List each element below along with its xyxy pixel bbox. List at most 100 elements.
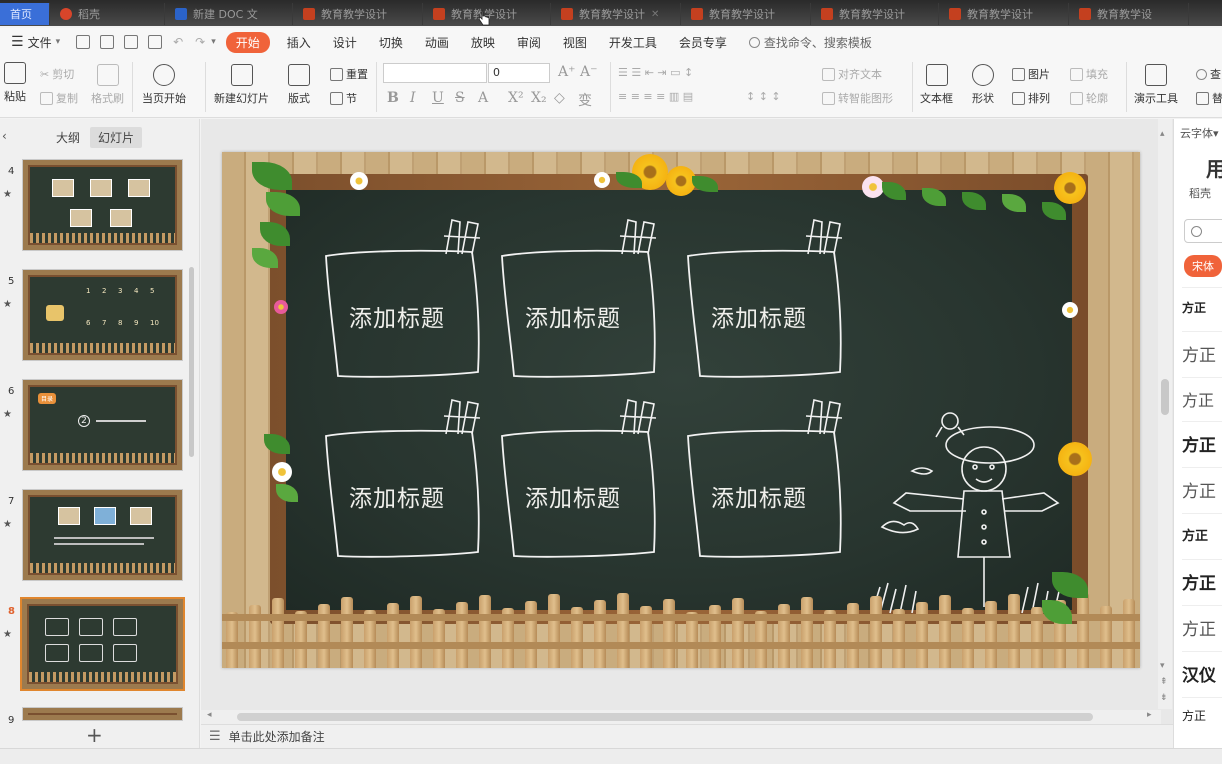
underline-icon[interactable]: U — [432, 90, 444, 106]
subscript-icon[interactable]: X₂ — [531, 90, 547, 106]
collapse-panel-icon[interactable]: ‹ — [2, 129, 7, 143]
menu-tab-slideshow[interactable]: 放映 — [460, 34, 506, 51]
font-option[interactable]: 方正 — [1182, 569, 1216, 594]
font-panel-header[interactable]: 云字体▾ — [1180, 125, 1219, 141]
font-option[interactable]: 方正 — [1182, 341, 1216, 366]
outline-button[interactable]: 轮廓 — [1070, 90, 1108, 106]
slide-thumbnail-5[interactable]: 1 2 3 4 5 6 7 8 9 10 — [22, 269, 183, 361]
card-title[interactable]: 添加标题 — [322, 299, 472, 333]
italic-icon[interactable]: I — [410, 90, 416, 106]
font-option[interactable]: 方正 — [1182, 477, 1216, 502]
slides-panel-scrollbar[interactable] — [189, 267, 194, 457]
phonetic-icon[interactable]: 变 — [578, 90, 592, 110]
card-title[interactable]: 添加标题 — [498, 299, 648, 333]
format-painter-button[interactable]: 格式刷 — [91, 64, 124, 106]
tab-docer[interactable]: 稻壳 — [50, 3, 165, 25]
card-title[interactable]: 添加标题 — [684, 479, 834, 513]
title-card[interactable]: 添加标题 — [498, 214, 657, 378]
close-icon[interactable]: ✕ — [651, 9, 659, 20]
notes-bar[interactable]: ☰ 单击此处添加备注 — [201, 724, 1173, 748]
horizontal-scrollbar[interactable]: ◂ ▸ — [201, 710, 1161, 724]
add-slide-button[interactable]: + — [86, 723, 103, 747]
font-option[interactable]: 方正 — [1182, 299, 1206, 316]
export-pdf-icon[interactable] — [100, 35, 115, 49]
menu-tab-animation[interactable]: 动画 — [414, 34, 460, 51]
font-option[interactable]: 方正 — [1182, 615, 1216, 640]
font-option[interactable]: 方正 — [1182, 525, 1208, 544]
arrange-button[interactable]: 排列 — [1012, 90, 1050, 106]
title-card[interactable]: 添加标题 — [322, 214, 481, 378]
tab-document[interactable]: 新建 DOC 文 — [165, 3, 293, 25]
menu-tab-design[interactable]: 设计 — [322, 34, 368, 51]
print-icon[interactable] — [124, 35, 139, 49]
menu-tab-insert[interactable]: 插入 — [276, 34, 322, 51]
undo-icon[interactable]: ↶ — [173, 35, 183, 49]
chevron-down-icon[interactable]: ▾ — [211, 37, 216, 47]
command-search[interactable]: 查找命令、搜索模板 — [738, 34, 883, 51]
cut-button[interactable]: ✂ 剪切 — [40, 66, 74, 82]
slide-thumbnail-9[interactable] — [22, 707, 183, 721]
bullet-list-icon[interactable]: ☰ ☰ ⇤ ⇥ ▭ ↕ — [618, 66, 693, 79]
title-card[interactable]: 添加标题 — [322, 394, 481, 558]
slide-thumbnail-6[interactable]: 目录 2 — [22, 379, 183, 471]
slide-thumbnail-4[interactable] — [22, 159, 183, 251]
font-size-combo[interactable]: 0 — [488, 63, 550, 83]
picture-button[interactable]: 图片 — [1012, 66, 1050, 82]
next-slide-icon[interactable]: ⇟ — [1160, 693, 1168, 703]
tab-presentation[interactable]: 教育教学设计 — [811, 3, 939, 25]
title-card[interactable]: 添加标题 — [684, 214, 843, 378]
tab-slides[interactable]: 幻灯片 — [90, 127, 143, 148]
scroll-left-icon[interactable]: ◂ — [207, 710, 212, 720]
find-button[interactable]: 查 — [1196, 66, 1221, 82]
slide-thumbnail-7[interactable] — [22, 489, 183, 581]
card-title[interactable]: 添加标题 — [322, 479, 472, 513]
strikethrough-icon[interactable]: S — [455, 90, 465, 106]
replace-button[interactable]: 替 — [1196, 90, 1222, 106]
bold-icon[interactable]: B — [387, 90, 399, 106]
tab-presentation[interactable]: 教育教学设计 — [681, 3, 811, 25]
clear-format-icon[interactable]: ◇ — [554, 90, 565, 106]
font-option[interactable]: 汉仪 — [1182, 661, 1216, 686]
decrease-font-icon[interactable]: A⁻ — [580, 64, 598, 80]
align-text-button[interactable]: 对齐文本 — [822, 66, 882, 82]
font-option[interactable]: 方正 — [1182, 387, 1214, 411]
font-search-input[interactable] — [1184, 219, 1222, 243]
title-card[interactable]: 添加标题 — [498, 394, 657, 558]
paste-button[interactable]: 粘贴 — [4, 62, 26, 104]
tab-presentation[interactable]: 教育教学设计 — [939, 3, 1069, 25]
align-icons[interactable]: ≡ ≡ ≡ ≡ ▥ ▤ — [618, 90, 693, 103]
menu-tab-developer[interactable]: 开发工具 — [598, 34, 668, 51]
copy-button[interactable]: 复制 — [40, 90, 78, 106]
scroll-right-icon[interactable]: ▸ — [1147, 710, 1152, 720]
menu-tab-view[interactable]: 视图 — [552, 34, 598, 51]
print-preview-icon[interactable] — [148, 35, 163, 49]
menu-tab-member[interactable]: 会员专享 — [668, 34, 738, 51]
font-option[interactable]: 方正 — [1182, 707, 1206, 724]
tab-presentation[interactable]: 教育教学设计 — [293, 3, 423, 25]
save-icon[interactable] — [76, 35, 91, 49]
tab-presentation[interactable]: 教育教学设 — [1069, 3, 1189, 25]
layout-button[interactable]: 版式 — [288, 64, 310, 106]
file-menu[interactable]: ☰ 文件 ▾ — [0, 34, 71, 51]
superscript-icon[interactable]: X² — [508, 90, 524, 106]
scroll-down-icon[interactable]: ▾ — [1160, 661, 1165, 671]
tab-outline[interactable]: 大纲 — [48, 127, 88, 148]
font-color-icon[interactable]: A — [478, 90, 488, 106]
font-option[interactable]: 方正 — [1182, 431, 1216, 456]
redo-icon[interactable]: ↷ — [195, 35, 205, 49]
new-slide-button[interactable]: 新建幻灯片 — [214, 64, 269, 106]
font-family-combo[interactable] — [383, 63, 487, 83]
textbox-button[interactable]: 文本框 — [920, 64, 953, 106]
section-button[interactable]: 节 — [330, 90, 357, 106]
increase-font-icon[interactable]: A⁺ — [558, 64, 576, 80]
slide-canvas[interactable]: 添加标题 添加标题 添加标题 添加标题 添加标题 添加标题 — [222, 152, 1140, 668]
notes-placeholder[interactable]: 单击此处添加备注 — [229, 728, 325, 745]
smartart-button[interactable]: 转智能图形 — [822, 90, 893, 106]
presenter-tools-button[interactable]: 演示工具 — [1134, 64, 1178, 106]
scrollbar-thumb[interactable] — [1161, 379, 1169, 415]
vertical-scrollbar[interactable]: ▴ ▾ ⇞ ⇟ — [1158, 119, 1172, 709]
tab-presentation[interactable]: 教育教学设计 ✕ — [551, 3, 681, 25]
tab-home[interactable]: 首页 — [0, 3, 50, 25]
play-from-current-button[interactable]: 当页开始 — [142, 64, 186, 106]
line-spacing-icons[interactable]: ↕ ↕ ↕ — [746, 90, 781, 103]
